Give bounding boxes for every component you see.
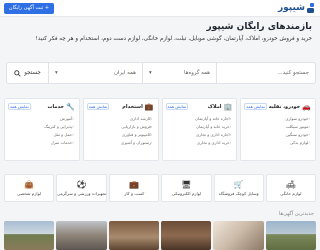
category-select[interactable]: همه گروه‌ها ▾ — [142, 62, 217, 84]
card-title: املاک — [207, 104, 222, 110]
card-link[interactable]: آموزش — [44, 115, 73, 123]
card-link[interactable]: رستوران و آشپزی — [121, 139, 153, 147]
card-link[interactable]: خرید خانه و آپارتمان — [195, 123, 231, 131]
car-icon: 🚗 — [302, 103, 311, 111]
card-header: 🔧 خدمات — [48, 103, 75, 111]
ad-thumbnail[interactable] — [265, 221, 316, 250]
site-logo[interactable]: شیپور — [278, 2, 316, 14]
card-title: استخدام — [122, 104, 143, 110]
card-link[interactable]: حمل و نقل — [44, 131, 73, 139]
card-link[interactable]: خدمات منزل — [44, 139, 73, 147]
card-link-list: آموزش پذیرایی و کترینگ حمل و نقل خدمات م… — [44, 115, 73, 147]
category-card-real-estate[interactable]: 🏢 املاک نمایش همه اجاره خانه و آپارتمان … — [161, 98, 238, 161]
building-icon: 🏢 — [223, 103, 233, 111]
search-bar: جستجو کنید... همه گروه‌ها ▾ همه ایران ▾ … — [4, 62, 316, 84]
search-button-label: جستجو — [24, 70, 41, 76]
logo-icon — [307, 2, 314, 13]
shop-icon: 🛒 — [233, 180, 244, 189]
card-link-list: خودرو سواری موتور سیکلت خودرو سنگین لواز… — [285, 115, 310, 147]
tile-sports[interactable]: ⚽ تجهیزات ورزشی و سرگرمی — [56, 174, 108, 202]
city-select[interactable]: همه ایران ▾ — [48, 62, 143, 84]
tile-personal-items[interactable]: 👜 لوازم شخصی — [3, 174, 55, 202]
chevron-down-icon: ▾ — [55, 70, 58, 76]
ad-thumbnail[interactable] — [161, 221, 212, 250]
category-card-vehicles[interactable]: 🚗 خودرو، نقلیه نمایش همه خودرو سواری موت… — [240, 98, 316, 161]
sports-icon: ⚽ — [76, 180, 87, 189]
search-icon — [14, 69, 21, 77]
category-card-services[interactable]: 🔧 خدمات نمایش همه آموزش پذیرایی و کترینگ… — [4, 98, 80, 161]
card-link[interactable]: پذیرایی و کترینگ — [44, 123, 73, 131]
card-header: 💼 استخدام — [122, 103, 153, 111]
ad-thumbnail[interactable] — [213, 221, 264, 250]
card-link[interactable]: لوازم یدکی — [285, 139, 310, 147]
ad-thumbnail[interactable] — [108, 221, 160, 250]
show-all-link[interactable]: نمایش همه — [165, 103, 189, 110]
briefcase-icon: 💼 — [144, 103, 154, 111]
tile-label: لوازم شخصی — [17, 191, 42, 196]
tile-label: لوازم الکترونیکی — [171, 191, 202, 196]
tile-label: وسایل کوچک فروشگاه — [218, 191, 259, 196]
tile-electronics[interactable]: 🖥 لوازم الکترونیکی — [161, 174, 212, 202]
tile-label: کسب و کار — [124, 191, 145, 196]
card-link[interactable]: خودرو سنگین — [285, 131, 310, 139]
card-title: خدمات — [47, 104, 65, 110]
latest-ads-thumbnails — [4, 221, 316, 250]
category-tiles: 🛋 لوازم خانگی 🛒 وسایل کوچک فروشگاه 🖥 لوا… — [3, 174, 316, 202]
business-icon: 💼 — [129, 180, 140, 189]
tile-label: لوازم خانگی — [280, 191, 302, 196]
top-header: شیپور + ثبت آگهی رایگان — [0, 0, 320, 17]
card-link[interactable]: فروش و بازاریابی — [121, 123, 153, 131]
hero-subtitle: خرید و فروش خودرو، املاک، آپارتمان، گوشی… — [35, 36, 312, 42]
chevron-down-icon: ▾ — [149, 70, 152, 76]
card-link[interactable]: کامپیوتر و فناوری — [121, 131, 153, 139]
hero-title: بازمندهای رایگان شیپور — [206, 22, 312, 32]
search-button[interactable]: جستجو — [6, 62, 49, 84]
tile-home-appliances[interactable]: 🛋 لوازم خانگی — [265, 174, 316, 202]
card-link[interactable]: کارمند اداری — [121, 115, 153, 123]
category-cards: 🚗 خودرو، نقلیه نمایش همه خودرو سواری موت… — [4, 98, 316, 161]
category-card-jobs[interactable]: 💼 استخدام نمایش همه کارمند اداری فروش و … — [82, 98, 159, 161]
card-link-list: کارمند اداری فروش و بازاریابی کامپیوتر و… — [121, 115, 153, 147]
card-link[interactable]: اجاره خانه و آپارتمان — [195, 115, 231, 123]
post-ad-button[interactable]: + ثبت آگهی رایگان — [4, 3, 54, 14]
ad-thumbnail[interactable] — [56, 221, 107, 250]
show-all-link[interactable]: نمایش همه — [8, 103, 31, 110]
card-header: 🏢 املاک — [208, 103, 232, 111]
tile-label: تجهیزات ورزشی و سرگرمی — [56, 191, 107, 196]
monitor-icon: 🖥 — [181, 180, 192, 189]
show-all-link[interactable]: نمایش همه — [244, 103, 267, 110]
home-appliance-icon: 🛋 — [285, 180, 296, 189]
tile-business[interactable]: 💼 کسب و کار — [109, 174, 160, 202]
card-link[interactable]: خرید اداری و تجاری — [195, 139, 231, 147]
show-all-link[interactable]: نمایش همه — [86, 103, 110, 110]
card-title: خودرو، نقلیه — [268, 104, 301, 110]
personal-items-icon: 👜 — [24, 180, 35, 189]
ad-thumbnail[interactable] — [4, 221, 55, 250]
wrench-icon: 🔧 — [66, 103, 75, 111]
card-link[interactable]: اجاره اداری و تجاری — [195, 131, 231, 139]
card-link[interactable]: خودرو سواری — [285, 115, 310, 123]
card-header: 🚗 خودرو، نقلیه — [269, 103, 311, 111]
category-value: همه گروه‌ها — [183, 70, 210, 76]
card-link-list: اجاره خانه و آپارتمان خرید خانه و آپارتم… — [195, 115, 231, 147]
tile-shop[interactable]: 🛒 وسایل کوچک فروشگاه — [213, 174, 264, 202]
city-value: همه ایران — [114, 70, 136, 76]
logo-text: شیپور — [277, 3, 305, 13]
search-input[interactable]: جستجو کنید... — [216, 62, 316, 84]
latest-ads-title: جدیدترین آگهی‌ها — [278, 211, 314, 217]
card-link[interactable]: موتور سیکلت — [285, 123, 310, 131]
search-placeholder: جستجو کنید... — [277, 70, 309, 76]
